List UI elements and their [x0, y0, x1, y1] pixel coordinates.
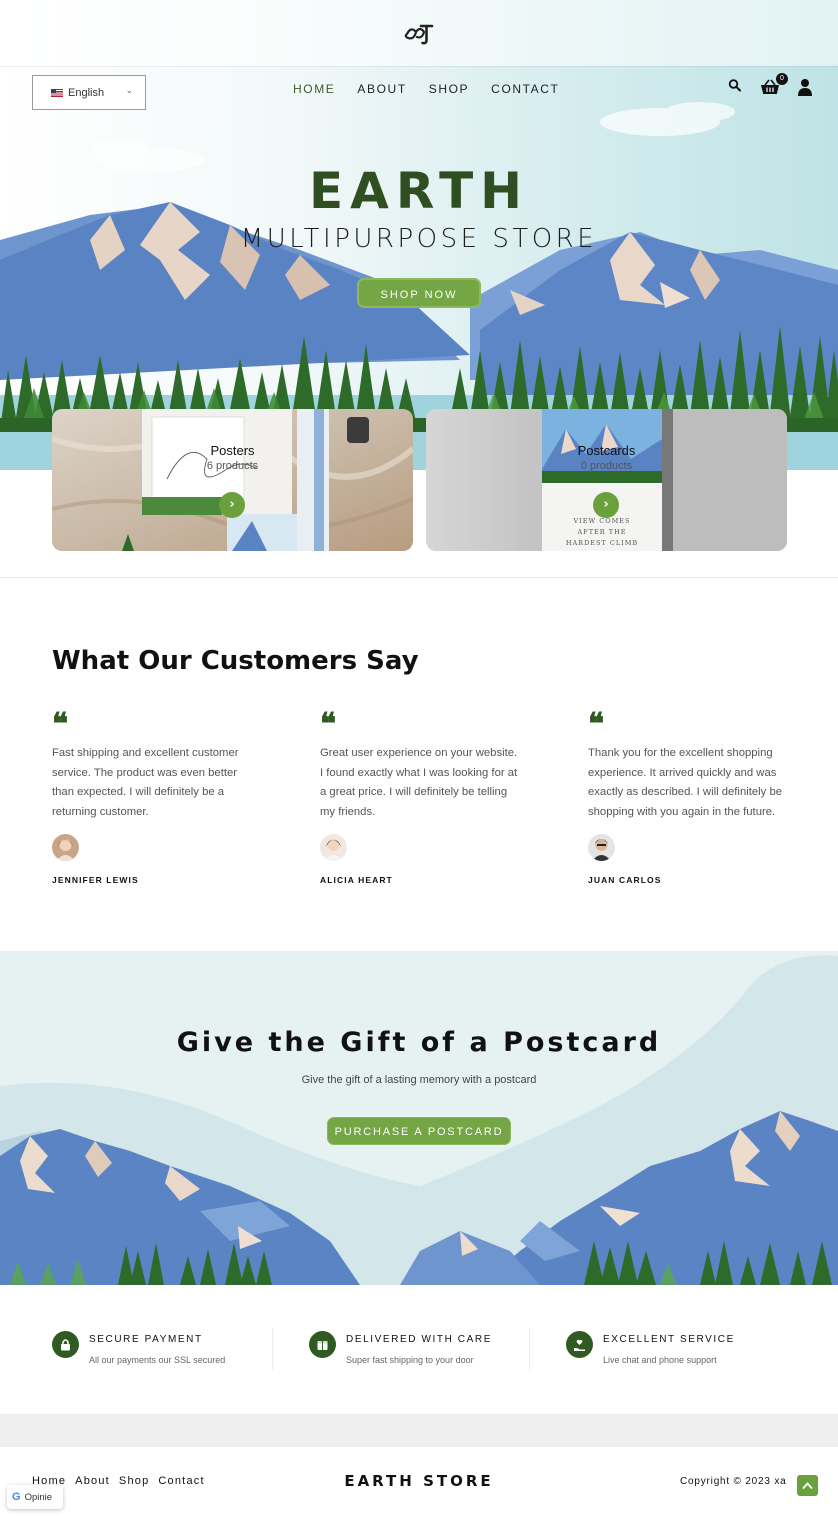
feature-description: Live chat and phone support — [603, 1355, 717, 1365]
testimonial-text: Fast shipping and excellent customer ser… — [52, 747, 239, 818]
category-product-count: 6 products — [206, 460, 259, 472]
header-divider — [0, 66, 838, 67]
reviews-label: Opinie — [24, 1491, 53, 1503]
svg-text:HARDEST CLIMB: HARDEST CLIMB — [566, 539, 638, 547]
section-divider — [0, 577, 838, 578]
testimonial-card: ❝ Thank you for the excellent shopping e… — [588, 707, 788, 885]
main-nav: HOME ABOUT SHOP CONTACT — [293, 82, 559, 96]
us-flag-icon — [51, 88, 63, 97]
svg-text:VIEW COMES: VIEW COMES — [573, 517, 631, 525]
support-icon — [566, 1331, 593, 1358]
testimonials-title: What Our Customers Say — [52, 646, 419, 676]
nav-about[interactable]: ABOUT — [357, 82, 406, 96]
chevron-down-icon: ⌄ — [125, 85, 133, 95]
nav-home[interactable]: HOME — [293, 82, 335, 96]
category-product-count: 0 products — [580, 460, 633, 472]
avatar — [588, 834, 615, 861]
testimonial-card: ❝ Great user experience on your website.… — [320, 707, 520, 885]
hero-section: English ⌄ HOME ABOUT SHOP CONTACT 0 EART… — [0, 0, 838, 578]
avatar — [52, 834, 79, 861]
feature-description: Super fast shipping to your door — [346, 1355, 474, 1365]
gift-subtitle: Give the gift of a lasting memory with a… — [301, 1074, 537, 1086]
store-logo[interactable] — [404, 22, 434, 46]
chevron-right-icon[interactable]: › — [219, 492, 245, 518]
package-icon — [309, 1331, 336, 1358]
shop-now-button[interactable]: SHOP NOW — [357, 278, 481, 308]
svg-text:AFTER THE: AFTER THE — [577, 528, 627, 536]
quote-icon: ❝ — [52, 707, 69, 742]
search-icon[interactable] — [728, 78, 742, 94]
category-name: Postcards — [577, 443, 636, 458]
category-card-posters[interactable]: Posters 6 products › — [52, 409, 413, 551]
user-account-icon[interactable] — [797, 78, 813, 96]
avatar — [320, 834, 347, 861]
customer-name: ALICIA HEART — [320, 875, 393, 885]
category-name: Posters — [210, 443, 255, 458]
posters-card-image — [52, 409, 413, 551]
google-reviews-widget[interactable]: G Opinie — [7, 1485, 63, 1509]
language-selector[interactable]: English ⌄ — [32, 75, 146, 110]
testimonial-text: Thank you for the excellent shopping exp… — [588, 747, 783, 818]
testimonial-card: ❝ Fast shipping and excellent customer s… — [52, 707, 252, 885]
cart-count-badge: 0 — [776, 73, 788, 85]
google-logo-icon: G — [12, 1491, 21, 1503]
quote-icon: ❝ — [588, 707, 605, 742]
feature-divider — [529, 1328, 530, 1370]
quote-icon: ❝ — [320, 707, 337, 742]
customer-name: JUAN CARLOS — [588, 875, 662, 885]
feature-divider — [272, 1328, 273, 1370]
hero-title: EARTH — [308, 162, 530, 220]
scroll-to-top-button[interactable] — [797, 1475, 818, 1496]
chevron-right-icon[interactable]: › — [593, 492, 619, 518]
category-card-postcards[interactable]: VIEW COMES AFTER THE HARDEST CLIMB Postc… — [426, 409, 787, 551]
gift-title: Give the Gift of a Postcard — [176, 1027, 662, 1058]
testimonial-text: Great user experience on your website. I… — [320, 747, 518, 818]
language-label: English — [68, 86, 105, 99]
chevron-up-icon — [802, 1482, 813, 1490]
feature-title: DELIVERED WITH CARE — [346, 1334, 492, 1345]
lock-icon — [52, 1331, 79, 1358]
gift-postcard-banner: Give the Gift of a Postcard Give the gif… — [0, 951, 838, 1285]
copyright-text: Copyright © 2023 xa — [680, 1476, 787, 1487]
feature-title: EXCELLENT SERVICE — [603, 1334, 735, 1345]
nav-shop[interactable]: SHOP — [429, 82, 469, 96]
footer-top-band — [0, 1414, 838, 1447]
feature-description: All our payments our SSL secured — [89, 1355, 226, 1365]
hero-subtitle: MULTIPURPOSE STORE — [240, 224, 598, 254]
nav-contact[interactable]: CONTACT — [491, 82, 559, 96]
purchase-postcard-button[interactable]: PURCHASE A POSTCARD — [327, 1117, 511, 1145]
postcards-card-image: VIEW COMES AFTER THE HARDEST CLIMB — [426, 409, 787, 551]
feature-title: SECURE PAYMENT — [89, 1334, 203, 1345]
customer-name: JENNIFER LEWIS — [52, 875, 139, 885]
